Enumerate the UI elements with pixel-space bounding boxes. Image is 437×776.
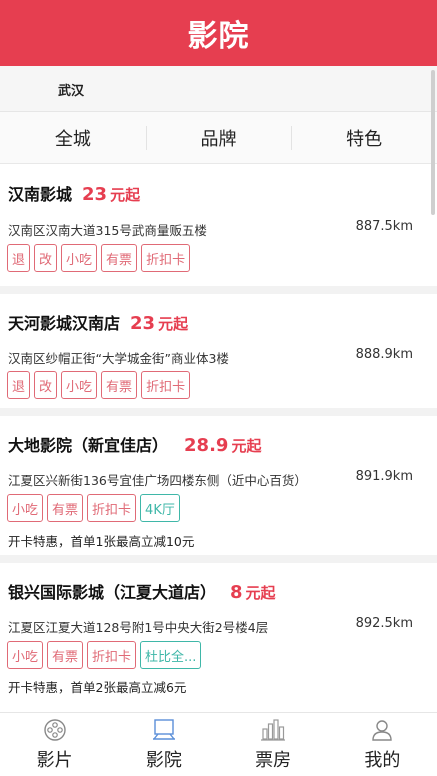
cinema-distance: 887.5km (355, 219, 413, 234)
cinema-distance: 891.9km (355, 469, 413, 484)
filter-area[interactable]: 全城 (0, 112, 146, 163)
price-unit: 元起 (158, 315, 189, 333)
cinema-name: 天河影城汉南店 (8, 314, 121, 333)
price-value: 28.9 (184, 435, 229, 456)
box-office-chart-icon (261, 719, 286, 741)
tag-tickets: 有票 (47, 494, 84, 522)
tag-refund: 退 (7, 244, 31, 272)
tag-list: 退 改 小吃 有票 折扣卡 (7, 371, 191, 399)
tab-label: 影院 (145, 750, 182, 771)
tag-list: 小吃 有票 折扣卡 杜比全... (7, 641, 202, 669)
tag-snack: 小吃 (7, 641, 44, 669)
tab-films[interactable]: 影片 (0, 713, 109, 776)
cinema-distance: 888.9km (355, 347, 413, 362)
cinema-distance: 892.5km (355, 616, 413, 631)
cinema-price: 8 元起 (230, 582, 276, 603)
tab-label: 我的 (364, 750, 401, 771)
price-value: 23 (130, 313, 156, 334)
cinema-name: 大地影院（新宜佳店） (8, 436, 169, 455)
tag-reschedule: 改 (34, 244, 58, 272)
tag-reschedule: 改 (34, 371, 58, 399)
cinema-screen-icon (152, 719, 175, 740)
promo-text: 开卡特惠，首单2张最高立减6元 (8, 680, 187, 695)
tag-tickets: 有票 (101, 244, 138, 272)
tag-discount-card: 折扣卡 (141, 371, 191, 399)
tag-snack: 小吃 (61, 244, 98, 272)
tab-mine[interactable]: 我的 (328, 713, 437, 776)
tag-discount-card: 折扣卡 (87, 494, 137, 522)
tab-box-office[interactable]: 票房 (219, 713, 328, 776)
cinema-price: 23 元起 (82, 184, 140, 205)
tag-dolby: 杜比全... (140, 641, 202, 669)
app-header: 影院 (0, 0, 437, 66)
bottom-tab-bar: 影片 影院 票房 我的 (0, 712, 437, 776)
city-selector[interactable]: 武汉 (58, 80, 84, 99)
cinema-item[interactable]: 汉南影城 23 元起 汉南区汉南大道315号武商量贩五楼 887.5km 退 改 … (0, 165, 437, 294)
cinema-address: 江夏区兴新街136号宜佳广场四楼东侧（近中心百货） (8, 473, 307, 488)
promo-text: 开卡特惠，首单1张最高立减10元 (8, 534, 195, 549)
cinema-name: 汉南影城 (8, 185, 73, 204)
tag-tickets: 有票 (101, 371, 138, 399)
tag-snack: 小吃 (7, 494, 44, 522)
tag-refund: 退 (7, 371, 31, 399)
cinema-item[interactable]: 大地影院（新宜佳店） 28.9 元起 江夏区兴新街136号宜佳广场四楼东侧（近中心… (0, 416, 437, 563)
cinema-price: 23 元起 (130, 313, 188, 334)
user-profile-icon (372, 720, 393, 741)
filter-brand[interactable]: 品牌 (145, 112, 292, 163)
price-unit: 元起 (110, 186, 141, 204)
film-reel-icon (43, 719, 66, 741)
price-value: 23 (82, 184, 108, 205)
tag-discount-card: 折扣卡 (87, 641, 137, 669)
tag-list: 退 改 小吃 有票 折扣卡 (7, 244, 191, 272)
city-selector-bar: 武汉 (0, 66, 437, 112)
tag-snack: 小吃 (61, 371, 98, 399)
price-unit: 元起 (245, 584, 276, 602)
cinema-price: 28.9 元起 (184, 435, 261, 456)
tag-4k-hall: 4K厅 (140, 494, 180, 522)
price-value: 8 (230, 582, 243, 603)
filter-feature[interactable]: 特色 (291, 112, 437, 163)
scrollbar[interactable] (431, 70, 435, 215)
price-unit: 元起 (231, 437, 262, 455)
cinema-address: 汉南区汉南大道315号武商量贩五楼 (8, 223, 207, 238)
tag-discount-card: 折扣卡 (141, 244, 191, 272)
cinema-address: 汉南区纱帽正街“大学城金街”商业体3楼 (8, 351, 229, 366)
cinema-item[interactable]: 天河影城汉南店 23 元起 汉南区纱帽正街“大学城金街”商业体3楼 888.9km… (0, 294, 437, 416)
tag-tickets: 有票 (47, 641, 84, 669)
cinema-item[interactable]: 银兴国际影城（江夏大道店） 8 元起 江夏区江夏大道128号附1号中央大街2号楼4… (0, 563, 437, 723)
cinema-address: 江夏区江夏大道128号附1号中央大街2号楼4层 (8, 620, 269, 635)
tab-label: 影片 (36, 750, 73, 771)
tag-list: 小吃 有票 折扣卡 4K厅 (7, 494, 180, 522)
filter-bar: 全城 品牌 特色 (0, 112, 437, 164)
page-title: 影院 (187, 19, 250, 54)
cinema-name: 银兴国际影城（江夏大道店） (8, 583, 217, 602)
tab-label: 票房 (255, 750, 292, 771)
tab-cinemas[interactable]: 影院 (109, 713, 218, 776)
